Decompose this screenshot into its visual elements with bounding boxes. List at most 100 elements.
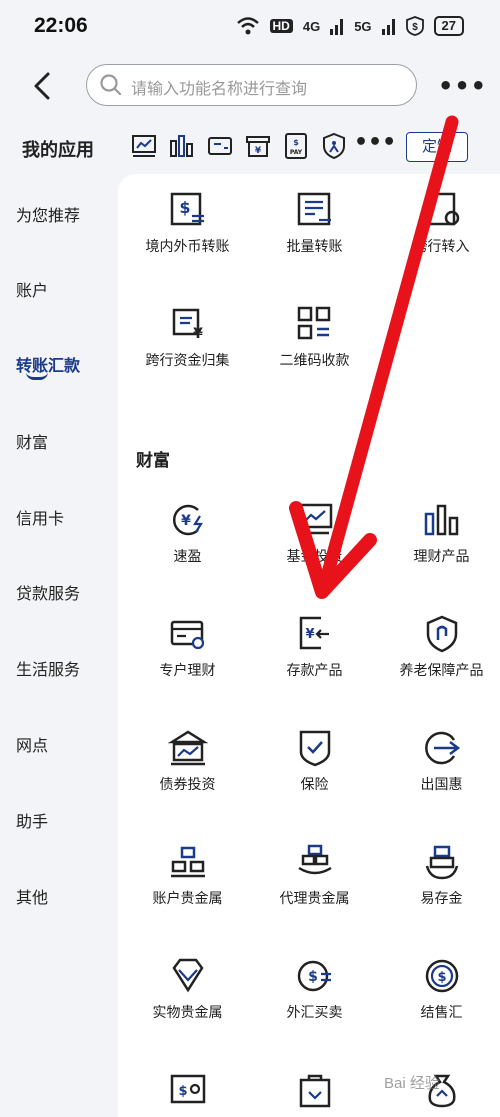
sidebar-item-assistant[interactable]: 助手 <box>16 808 48 832</box>
monitor-chart-icon <box>297 503 332 535</box>
yen-collect-icon: ¥ <box>172 308 203 342</box>
dollar-circle-icon: $ <box>425 959 458 993</box>
shield-check-icon <box>299 730 330 767</box>
sidebar-item-branch[interactable]: 网点 <box>16 732 48 756</box>
my-apps-bar: 我的应用 ¥ $ PAY ••• 定制 <box>0 118 500 174</box>
shield-person-icon[interactable] <box>320 132 348 160</box>
pay-icon[interactable]: $ PAY <box>282 132 310 160</box>
svg-text:$: $ <box>308 969 318 985</box>
app-label: 实物贵金属 <box>152 1005 223 1021</box>
sidebar-item-other[interactable]: 其他 <box>16 884 48 908</box>
customize-button[interactable]: 定制 <box>406 132 468 162</box>
hd-badge: HD <box>269 19 293 33</box>
svg-text:¥: ¥ <box>255 146 262 156</box>
signal-icon <box>381 19 395 35</box>
app-fund[interactable]: 基金投资 <box>251 500 378 566</box>
sidebar-item-credit-card[interactable]: 信用卡 <box>16 505 64 529</box>
function-grid: $ 境内外币转账 批量转账 跨行转入 ¥ 跨行资金归集 二维码收款 财富 ¥ 速… <box>118 174 500 1117</box>
app-label: 结售汇 <box>420 1005 463 1021</box>
app-label: 理财产品 <box>413 549 470 565</box>
app-agency-metal[interactable]: 代理贵金属 <box>251 842 378 908</box>
app-overseas[interactable]: 出国惠 <box>378 728 500 794</box>
app-label: 基金投资 <box>286 549 343 565</box>
shield-icon <box>426 615 457 653</box>
app-label: 存款产品 <box>286 663 343 679</box>
more-menu-icon[interactable]: ••• <box>438 72 487 100</box>
search-input[interactable]: 请输入功能名称进行查询 <box>86 64 417 106</box>
app-label: 境内外币转账 <box>145 239 230 255</box>
top-nav: 请输入功能名称进行查询 ••• <box>0 56 500 118</box>
svg-text:¥: ¥ <box>305 627 314 642</box>
app-label: 专户理财 <box>159 663 216 679</box>
sidebar-item-account[interactable]: 账户 <box>16 277 48 301</box>
svg-text:$: $ <box>178 1084 187 1099</box>
app-batch-transfer[interactable]: 批量转账 <box>251 190 378 256</box>
card-coin-icon <box>170 620 204 650</box>
app-insurance[interactable]: 保险 <box>251 728 378 794</box>
app-label: 易存金 <box>420 891 463 907</box>
app-interbank-collect[interactable]: ¥ 跨行资金归集 <box>124 304 251 370</box>
my-apps-title: 我的应用 <box>22 140 94 161</box>
gold-bars-icon <box>170 846 205 878</box>
app-forex-trade[interactable]: $ 外汇买卖 <box>251 956 378 1022</box>
sidebar-item-recommend[interactable]: 为您推荐 <box>16 202 80 226</box>
chart-trend-icon[interactable] <box>130 132 158 160</box>
app-row-partial-2[interactable] <box>251 1070 378 1110</box>
app-pension[interactable]: 养老保障产品 <box>378 614 500 680</box>
sidebar-item-life[interactable]: 生活服务 <box>16 656 80 680</box>
gold-cycle-icon <box>425 845 458 880</box>
app-label: 速盈 <box>173 549 202 565</box>
app-physical-metal[interactable]: 实物贵金属 <box>124 956 251 1022</box>
hand-gold-icon <box>297 844 332 875</box>
bank-chart-icon <box>167 730 208 766</box>
list-transfer-icon <box>297 192 331 226</box>
dollar-transfer-icon: $ <box>170 192 204 226</box>
bar-chart-icon <box>424 504 458 536</box>
app-label: 账户贵金属 <box>152 891 223 907</box>
battery-indicator: 27 <box>433 16 464 36</box>
card-transfer-icon[interactable] <box>206 132 234 160</box>
back-arrow-icon[interactable] <box>28 70 56 102</box>
app-label: 代理贵金属 <box>279 891 350 907</box>
sidebar-item-wealth[interactable]: 财富 <box>16 429 48 453</box>
app-interbank-in[interactable]: 跨行转入 <box>378 190 500 256</box>
app-bond[interactable]: 债券投资 <box>124 728 251 794</box>
section-title-wealth: 财富 <box>136 451 170 471</box>
bag-icon <box>299 1074 330 1108</box>
app-foreign-transfer[interactable]: $ 境内外币转账 <box>124 190 251 256</box>
app-label: 跨行资金归集 <box>145 353 230 369</box>
app-special-account[interactable]: 专户理财 <box>124 614 251 680</box>
app-easy-gold[interactable]: 易存金 <box>378 842 500 908</box>
app-wealth-products[interactable]: 理财产品 <box>378 500 500 566</box>
network-5g: 5G <box>354 18 372 34</box>
svg-text:$: $ <box>179 198 190 217</box>
app-qr-collect[interactable]: 二维码收款 <box>251 304 378 370</box>
bar-chart-icon[interactable] <box>168 132 196 160</box>
card-in-icon <box>426 192 459 226</box>
more-apps-icon[interactable]: ••• <box>354 130 396 155</box>
app-label: 出国惠 <box>420 777 463 793</box>
app-row-partial-1[interactable]: $ <box>124 1070 251 1110</box>
app-label: 保险 <box>300 777 329 793</box>
svg-text:¥: ¥ <box>193 326 203 342</box>
app-suying[interactable]: ¥ 速盈 <box>124 500 251 566</box>
status-icons: HD 4G 5G $ 27 <box>236 16 464 36</box>
search-placeholder: 请输入功能名称进行查询 <box>131 79 308 98</box>
search-icon <box>100 74 122 96</box>
svg-text:$: $ <box>412 22 418 33</box>
app-label: 二维码收款 <box>279 353 350 369</box>
app-account-metal[interactable]: 账户贵金属 <box>124 842 251 908</box>
status-bar: 22:06 HD 4G 5G $ 27 <box>0 0 500 56</box>
watermark-logo: Bai 经验 <box>384 1075 440 1092</box>
network-4g: 4G <box>302 18 321 34</box>
app-deposit-products[interactable]: ¥ 存款产品 <box>251 614 378 680</box>
plane-globe-icon <box>424 731 460 765</box>
dollar-card-icon: $ <box>170 1074 205 1104</box>
yen-deposit-icon: ¥ <box>299 616 329 650</box>
sidebar-item-loan[interactable]: 贷款服务 <box>16 580 80 604</box>
app-fx-settlement[interactable]: $ 结售汇 <box>378 956 500 1022</box>
app-label: 外汇买卖 <box>286 1005 343 1021</box>
dollar-exchange-icon: $ <box>297 960 331 992</box>
yen-box-icon[interactable]: ¥ <box>244 132 272 160</box>
diamond-icon <box>171 958 204 993</box>
